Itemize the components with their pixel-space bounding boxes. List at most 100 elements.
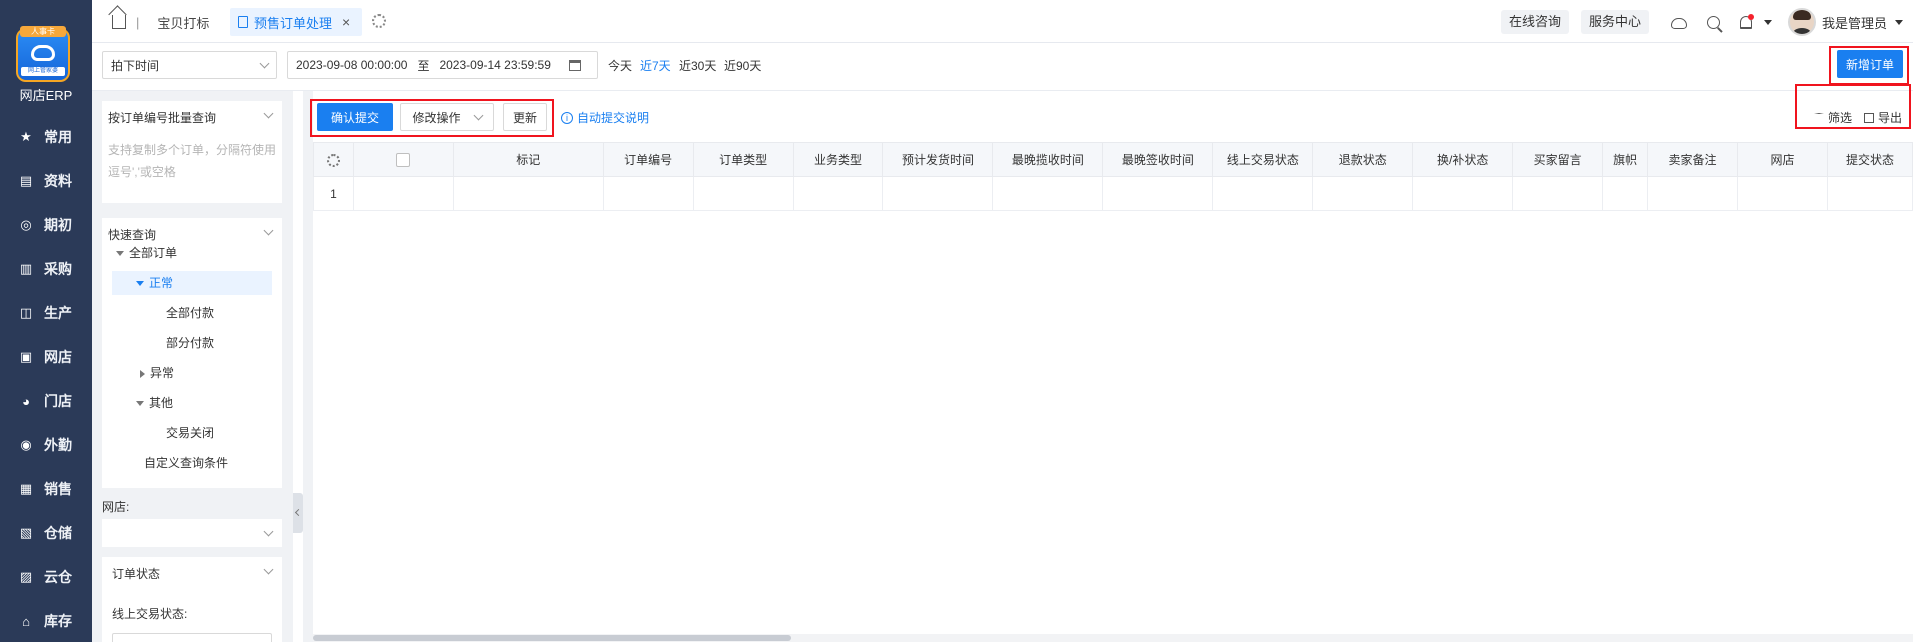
tree-item-normal[interactable]: 正常 xyxy=(112,271,272,295)
tab-print-label[interactable]: 宝贝打标 xyxy=(157,13,209,32)
tree-item-partial-paid[interactable]: 部分付款 xyxy=(166,331,214,355)
chevron-down-icon[interactable] xyxy=(263,564,274,575)
service-center-button[interactable]: 服务中心 xyxy=(1580,10,1649,34)
logo-ribbon: 人事卡 xyxy=(20,26,66,37)
column-header[interactable]: 预计发货时间 xyxy=(882,142,994,177)
nav-item-initial[interactable]: ◎ 期初 xyxy=(0,205,92,245)
chevron-down-icon[interactable] xyxy=(263,225,274,236)
nav-item-cloud-warehouse[interactable]: ▨ 云仓 xyxy=(0,557,92,597)
column-header[interactable]: 买家留言 xyxy=(1512,142,1604,177)
nav-item-production[interactable]: ◫ 生产 xyxy=(0,293,92,333)
close-icon[interactable]: × xyxy=(342,14,350,30)
column-header[interactable]: 提交状态 xyxy=(1826,142,1913,177)
table-row[interactable]: 1 xyxy=(313,176,1913,211)
checkbox[interactable] xyxy=(396,152,411,167)
tab-presale-orders[interactable]: 预售订单处理 × xyxy=(230,8,362,36)
column-header[interactable]: 网店 xyxy=(1737,142,1828,177)
export-tool[interactable]: 导出 xyxy=(1864,109,1902,126)
main-navigation: 人事卡 网上管家婆 网店ERP ★ 常用 ▤ 资料 ◎ 期初 ▥ 采购 ◫ 生产 ▣ 网店 … xyxy=(0,0,92,642)
column-header[interactable]: 退款状态 xyxy=(1312,142,1414,177)
nav-item-label: 期初 xyxy=(44,217,72,233)
nav-item-data[interactable]: ▤ 资料 xyxy=(0,161,92,201)
nav-item-warehouse[interactable]: ▧ 仓储 xyxy=(0,513,92,553)
panel-collapse-handle[interactable] xyxy=(293,493,303,533)
cloud-download-icon[interactable] xyxy=(1670,18,1687,29)
nav-item-label: 外勤 xyxy=(44,437,72,453)
column-header[interactable]: 线上交易状态 xyxy=(1212,142,1314,177)
scrollbar-thumb[interactable] xyxy=(313,635,791,641)
gutter xyxy=(303,91,313,642)
search-icon[interactable] xyxy=(1706,15,1720,29)
tree-item-all-paid[interactable]: 全部付款 xyxy=(166,301,214,325)
nav-item-field[interactable]: ◉ 外勤 xyxy=(0,425,92,465)
online-status-select[interactable] xyxy=(112,633,272,642)
nav-item-shop[interactable]: ◕ 门店 xyxy=(0,381,92,421)
select-all-checkbox[interactable] xyxy=(352,142,454,177)
chevron-down-icon[interactable] xyxy=(263,108,274,119)
table-header-row: 标记 订单编号 订单类型 业务类型 预计发货时间 最晚揽收时间 最晚签收时间 线… xyxy=(313,142,1913,177)
batch-query-title[interactable]: 按订单编号批量查询 xyxy=(108,109,216,126)
table-cell xyxy=(882,176,994,211)
column-header[interactable]: 最晚揽收时间 xyxy=(992,142,1104,177)
tree-item-closed[interactable]: 交易关闭 xyxy=(166,421,214,445)
column-header[interactable]: 卖家备注 xyxy=(1647,142,1738,177)
chevron-down-icon xyxy=(259,58,270,69)
home-icon xyxy=(112,15,126,29)
column-header[interactable]: 最晚签收时间 xyxy=(1102,142,1214,177)
date-type-select[interactable]: 拍下时间 xyxy=(102,51,277,79)
shop-select[interactable] xyxy=(102,519,282,547)
bell-icon[interactable] xyxy=(1739,13,1754,29)
order-status-title[interactable]: 订单状态 xyxy=(112,565,160,582)
column-header[interactable]: 标记 xyxy=(452,142,604,177)
column-settings[interactable] xyxy=(313,142,354,177)
tab-home[interactable]: | 宝贝打标 xyxy=(112,8,209,36)
chevron-down-icon[interactable] xyxy=(1763,19,1772,25)
tree-item-all-orders[interactable]: 全部订单 xyxy=(116,241,177,265)
date-range-picker[interactable]: 2023-09-08 00:00:00 至 2023-09-14 23:59:5… xyxy=(287,51,598,79)
table-cell xyxy=(1647,176,1738,211)
filter-tool[interactable]: 筛选 xyxy=(1814,109,1852,126)
table-cell xyxy=(1826,176,1913,211)
nav-item-label: 云仓 xyxy=(44,569,72,585)
production-icon: ◫ xyxy=(19,305,33,320)
column-header[interactable]: 换/补状态 xyxy=(1412,142,1514,177)
column-header[interactable]: 旗帜 xyxy=(1602,142,1649,177)
nav-item-inventory[interactable]: ⌂ 库存 xyxy=(0,601,92,641)
modify-operations-dropdown[interactable]: 修改操作 xyxy=(400,103,494,131)
column-header[interactable]: 订单编号 xyxy=(602,142,694,177)
quick-today[interactable]: 今天 xyxy=(608,57,632,74)
chevron-down-icon[interactable] xyxy=(1895,19,1903,25)
nav-item-store[interactable]: ▣ 网店 xyxy=(0,337,92,377)
user-name[interactable]: 我是管理员 xyxy=(1822,13,1887,32)
new-order-button[interactable]: 新增订单 xyxy=(1837,50,1903,78)
tree-item-custom-query[interactable]: 自定义查询条件 xyxy=(144,451,228,475)
table-cell xyxy=(1412,176,1514,211)
table-cell xyxy=(692,176,794,211)
confirm-submit-button[interactable]: 确认提交 xyxy=(317,103,393,131)
quick-90-days[interactable]: 近90天 xyxy=(724,57,761,74)
document-icon xyxy=(238,16,248,28)
online-consult-button[interactable]: 在线咨询 xyxy=(1500,10,1569,34)
table-cell xyxy=(452,176,604,211)
column-header[interactable]: 订单类型 xyxy=(692,142,794,177)
column-header[interactable]: 业务类型 xyxy=(792,142,884,177)
horizontal-scrollbar[interactable] xyxy=(313,634,1913,642)
update-button[interactable]: 更新 xyxy=(503,103,547,131)
tree-item-abnormal[interactable]: 异常 xyxy=(140,361,174,385)
table-cell xyxy=(602,176,694,211)
app-logo[interactable]: 人事卡 网上管家婆 xyxy=(16,26,70,82)
auto-submit-info-link[interactable]: i 自动提交说明 xyxy=(561,109,649,126)
batch-query-input[interactable]: 支持复制多个订单，分隔符使用逗号','或空格 xyxy=(108,139,278,183)
calendar-icon xyxy=(569,60,581,71)
avatar[interactable] xyxy=(1787,8,1816,36)
quick-30-days[interactable]: 近30天 xyxy=(679,57,716,74)
quick-7-days[interactable]: 近7天 xyxy=(640,57,671,74)
table-cell xyxy=(792,176,884,211)
nav-item-sales[interactable]: ▦ 销售 xyxy=(0,469,92,509)
nav-item-label: 库存 xyxy=(44,613,72,629)
nav-item-common[interactable]: ★ 常用 xyxy=(0,117,92,157)
gear-icon[interactable] xyxy=(372,14,386,28)
tree-item-other[interactable]: 其他 xyxy=(136,391,173,415)
cloud-warehouse-icon: ▨ xyxy=(19,569,33,584)
nav-item-purchase[interactable]: ▥ 采购 xyxy=(0,249,92,289)
